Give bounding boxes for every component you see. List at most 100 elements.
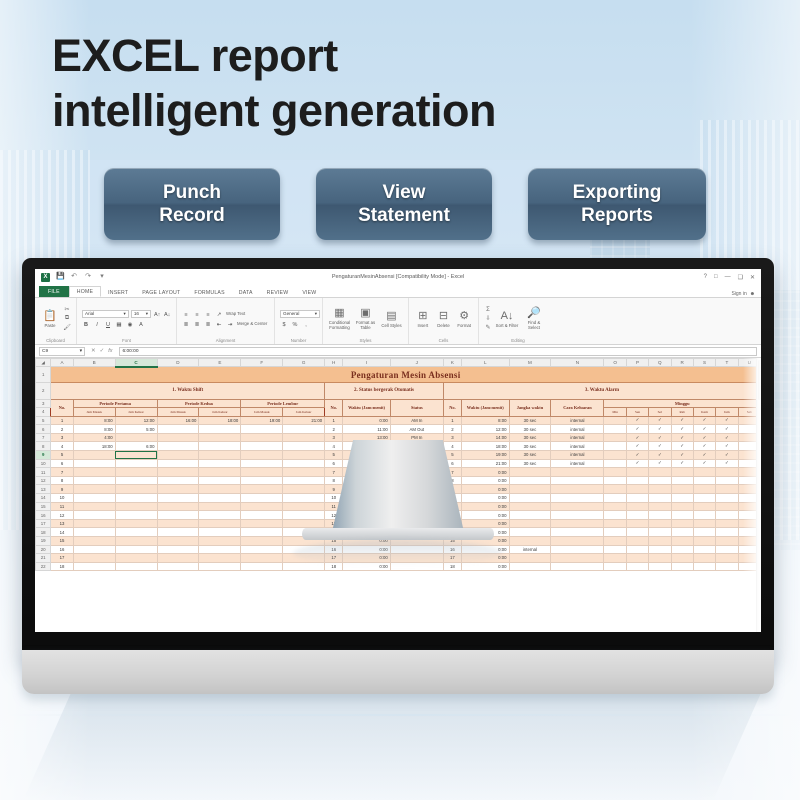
row-header-3[interactable]: 3	[35, 398, 52, 409]
alarm-jangka-cell[interactable]: internal	[508, 544, 552, 555]
paste-button[interactable]: 📋 Paste	[40, 310, 60, 328]
cut-button[interactable]: ✂	[63, 306, 71, 313]
shift-row-no[interactable]: 17	[50, 553, 74, 563]
shift-cell[interactable]	[72, 561, 116, 572]
alarm-day-checkbox[interactable]	[692, 484, 717, 495]
redo-icon[interactable]: ↷	[84, 273, 92, 281]
auto-status-cell[interactable]: AM In	[389, 415, 444, 426]
sort-filter-button[interactable]: A↓ Sort & Filter	[495, 310, 519, 328]
shift-cell[interactable]	[198, 536, 242, 546]
alarm-day-checkbox[interactable]	[625, 527, 650, 537]
shift-row-no[interactable]: 6	[50, 458, 74, 469]
shift-cell[interactable]	[156, 553, 200, 563]
conditional-formatting-button[interactable]: ▦ Conditional Formatting	[328, 307, 351, 330]
copy-button[interactable]: ⧉	[63, 315, 71, 322]
shift-cell[interactable]	[72, 544, 116, 555]
alarm-day-checkbox[interactable]	[625, 467, 650, 477]
row-header-18[interactable]: 18	[35, 527, 52, 537]
shift-cell[interactable]	[156, 441, 200, 452]
shift-row-no[interactable]: 14	[50, 527, 74, 537]
alarm-cara-cell[interactable]: internal	[550, 450, 605, 460]
shift-row-no[interactable]: 4	[50, 441, 74, 452]
shift-cell[interactable]	[114, 536, 158, 546]
column-header-S[interactable]: S	[692, 358, 717, 367]
column-header-Q[interactable]: Q	[648, 358, 672, 367]
alarm-day-checkbox[interactable]: ✓	[625, 415, 650, 426]
alarm-row-no[interactable]: 3	[442, 432, 463, 443]
shift-row-no[interactable]: 10	[50, 493, 74, 503]
alarm-day-checkbox[interactable]	[603, 432, 627, 443]
shift-cell[interactable]: 8:00	[72, 424, 116, 434]
shift-row-no[interactable]: 7	[50, 467, 74, 477]
shift-cell[interactable]	[240, 493, 284, 503]
exporting-reports-button[interactable]: Exporting Reports	[528, 168, 706, 240]
alarm-waktu-cell[interactable]: 8:00	[461, 415, 510, 426]
alarm-cara-cell[interactable]	[550, 493, 605, 503]
shift-row-no[interactable]: 8	[50, 475, 74, 486]
shift-cell[interactable]	[114, 493, 158, 503]
alarm-jangka-cell[interactable]: 30 sec	[508, 441, 552, 452]
name-box[interactable]: C9 ▾	[39, 346, 85, 356]
alarm-day-checkbox[interactable]	[715, 493, 739, 503]
format-painter-button[interactable]: 🖌	[63, 324, 71, 331]
alarm-cara-cell[interactable]	[550, 553, 605, 563]
close-icon[interactable]: ✕	[750, 274, 755, 281]
alarm-cara-cell[interactable]	[550, 475, 605, 486]
alarm-day-checkbox[interactable]: ✓	[625, 441, 650, 452]
row-header-8[interactable]: 8	[35, 441, 52, 452]
alarm-waktu-cell[interactable]: 19:00	[461, 450, 510, 460]
bold-button[interactable]: B	[82, 320, 90, 328]
alarm-day-checkbox[interactable]	[603, 475, 627, 486]
punch-record-button[interactable]: Punch Record	[104, 168, 280, 240]
delete-cells-button[interactable]: ⊟ Delete	[435, 310, 453, 328]
alarm-day-checkbox[interactable]: ✓	[625, 450, 650, 460]
shift-cell[interactable]	[282, 475, 326, 486]
minimize-icon[interactable]: —	[725, 274, 731, 281]
shift-cell[interactable]	[114, 501, 158, 512]
font-size-chevron-down-icon[interactable]: ▾	[146, 311, 148, 317]
format-cells-button[interactable]: ⚙ Format	[455, 310, 473, 328]
shift-row-no[interactable]: 13	[50, 518, 74, 529]
shift-cell[interactable]	[240, 432, 284, 443]
shift-cell[interactable]	[240, 441, 284, 452]
column-header-I[interactable]: I	[342, 358, 391, 367]
shift-cell[interactable]	[156, 475, 200, 486]
shift-cell[interactable]	[114, 450, 158, 460]
shift-cell[interactable]	[156, 544, 200, 555]
undo-icon[interactable]: ↶	[70, 273, 78, 281]
shift-cell[interactable]	[156, 501, 200, 512]
alarm-day-checkbox[interactable]	[603, 441, 627, 452]
shift-cell[interactable]: 19:00	[240, 415, 284, 426]
shift-cell[interactable]	[72, 527, 116, 537]
alarm-day-checkbox[interactable]	[603, 467, 627, 477]
shift-cell[interactable]	[114, 432, 158, 443]
format-as-table-button[interactable]: ▣ Format as Table	[354, 307, 377, 330]
shift-cell[interactable]	[240, 450, 284, 460]
shift-cell[interactable]	[198, 432, 242, 443]
shift-cell[interactable]	[282, 432, 326, 443]
alarm-day-checkbox[interactable]	[715, 518, 739, 529]
column-header-J[interactable]: J	[389, 358, 444, 367]
alarm-day-checkbox[interactable]	[692, 536, 717, 546]
alarm-day-checkbox[interactable]	[648, 475, 672, 486]
alarm-day-checkbox[interactable]	[603, 458, 627, 469]
alarm-day-checkbox[interactable]: ✓	[670, 458, 694, 469]
alarm-day-checkbox[interactable]	[670, 544, 694, 555]
shift-cell[interactable]	[198, 493, 242, 503]
alarm-day-checkbox[interactable]	[692, 493, 717, 503]
auto-waktu-cell[interactable]: 0:00	[342, 415, 391, 426]
alarm-day-checkbox[interactable]	[692, 475, 717, 486]
alarm-day-checkbox[interactable]	[603, 510, 627, 520]
autosum-button[interactable]: Σ	[484, 307, 492, 313]
shift-cell[interactable]	[198, 561, 242, 572]
shift-cell[interactable]	[72, 484, 116, 495]
row-header-7[interactable]: 7	[35, 432, 52, 443]
alarm-day-checkbox[interactable]	[692, 510, 717, 520]
alarm-day-checkbox[interactable]: ✓	[625, 432, 650, 443]
auto-row-no[interactable]: 6	[324, 458, 344, 469]
alarm-cara-cell[interactable]	[550, 501, 605, 512]
column-header-B[interactable]: B	[72, 358, 116, 367]
shift-cell[interactable]	[156, 484, 200, 495]
row-header-2[interactable]: 2	[35, 381, 52, 400]
alarm-day-checkbox[interactable]: ✓	[648, 458, 672, 469]
